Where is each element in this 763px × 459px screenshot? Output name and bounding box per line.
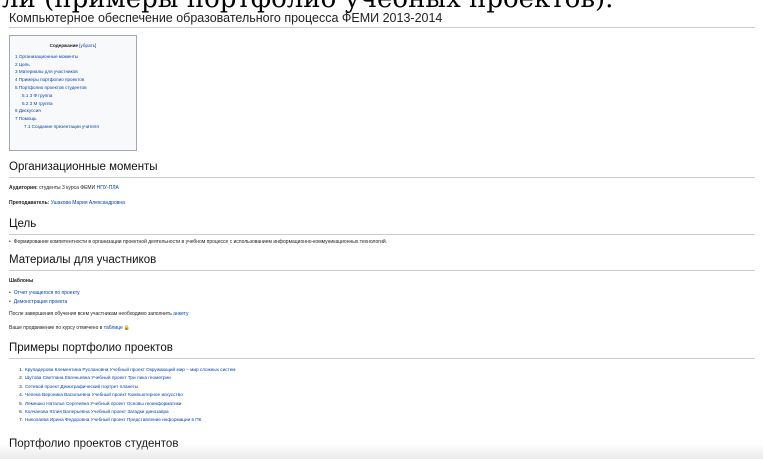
list-number: 5. bbox=[19, 400, 23, 406]
material-link-item: Демонстрация проекта bbox=[9, 298, 67, 306]
list-item[interactable]: 4. Чепека Вероника Васильевна Учебный про… bbox=[14, 391, 236, 399]
section-heading-examples: Примеры портфолио проектов bbox=[9, 342, 173, 354]
teacher-link[interactable]: Ушакова Мария Александровна bbox=[51, 200, 125, 206]
audience-label: Аудитория: bbox=[9, 185, 38, 191]
teacher-label: Преподаватель: bbox=[9, 200, 50, 206]
section-heading-materials: Материалы для участников bbox=[9, 254, 157, 266]
example-link[interactable]: Колчанова Юлия Валерьевна Учебный проект… bbox=[25, 409, 169, 414]
example-link[interactable]: Лемешко Наталья Сергеевна Учебный проект… bbox=[25, 401, 181, 406]
section-divider bbox=[9, 177, 755, 178]
toc-item[interactable]: 6 Дискуссия bbox=[15, 107, 136, 115]
toc-item[interactable]: 3 Материалы для участников bbox=[15, 68, 136, 76]
toc-heading: Содержание [убрать] bbox=[10, 42, 136, 50]
table-of-contents: Содержание [убрать] 1 Организационные мо… bbox=[9, 35, 137, 151]
example-link[interactable]: Крупадерова Клементина Руслановна Учебны… bbox=[25, 367, 236, 372]
page-title: Компьютерное обеспечение образовательног… bbox=[9, 11, 443, 25]
examples-list: 1. Крупадерова Клементина Руслановна Учеб… bbox=[14, 366, 236, 425]
survey-line: После завершения обучения всем участника… bbox=[9, 310, 188, 318]
example-link[interactable]: Сетевой проект Демографический портрет п… bbox=[25, 384, 138, 389]
toc-item[interactable]: 7.1 Создание презентации учителя bbox=[24, 123, 136, 131]
audience-link[interactable]: НПУ-ПЛА bbox=[97, 185, 119, 191]
title-divider bbox=[9, 27, 755, 28]
example-link[interactable]: Шутова Светлана Евгеньевна Учебный проек… bbox=[25, 375, 171, 380]
progress-link[interactable]: таблице bbox=[104, 325, 123, 331]
material-link[interactable]: Отчет учащегося по проекту bbox=[14, 290, 80, 296]
list-item[interactable]: 6. Колчанова Юлия Валерьевна Учебный прое… bbox=[14, 408, 236, 416]
list-item[interactable]: 5. Лемешко Наталья Сергеевна Учебный прое… bbox=[14, 400, 236, 408]
toc-heading-label: Содержание bbox=[49, 43, 78, 48]
material-link[interactable]: Демонстрация проекта bbox=[14, 299, 68, 305]
audience-text: студенты 3 курса ФЕМИ bbox=[39, 185, 96, 191]
list-item[interactable]: 2. Шутова Светлана Евгеньевна Учебный про… bbox=[14, 374, 236, 382]
section-divider bbox=[9, 234, 755, 235]
teacher-line: Преподаватель: Ушакова Мария Александров… bbox=[9, 199, 125, 207]
survey-link[interactable]: анкету bbox=[173, 311, 188, 317]
templates-label: Шаблоны bbox=[9, 277, 33, 285]
progress-text: Ваше продвижение по курсу отмечено в bbox=[9, 325, 103, 331]
list-number: 7. bbox=[19, 417, 23, 423]
templates-label-text: Шаблоны bbox=[9, 278, 34, 284]
list-item[interactable]: 1. Крупадерова Клементина Руслановна Учеб… bbox=[14, 366, 236, 374]
list-item[interactable]: 3. Сетевой проект Демографический портрет… bbox=[14, 383, 236, 391]
list-number: 2. bbox=[19, 375, 23, 381]
list-item[interactable]: 7. Николаева Ирина Федоровна Учебный прое… bbox=[14, 416, 236, 424]
lock-icon: 🔒 bbox=[123, 325, 130, 331]
section-heading-goal: Цель bbox=[9, 218, 37, 230]
toc-list: 1 Организационные моменты 2 Цель 3 Матер… bbox=[15, 53, 136, 131]
section-divider bbox=[9, 358, 755, 359]
toc-item[interactable]: 4 Примеры портфолио проектов bbox=[15, 76, 136, 84]
goal-text: Формирование компетентности в организаци… bbox=[9, 238, 387, 246]
toc-hide-toggle[interactable]: [убрать] bbox=[79, 43, 96, 48]
toc-item[interactable]: 5 Портфолио проектов студентов bbox=[15, 84, 136, 92]
section-divider bbox=[9, 270, 755, 271]
toc-item[interactable]: 1 Организационные моменты bbox=[15, 53, 136, 61]
section-heading-org: Организационные моменты bbox=[9, 161, 158, 173]
list-number: 4. bbox=[19, 392, 23, 398]
toc-item[interactable]: 5.1 3 Ф группа bbox=[22, 92, 136, 100]
toc-item[interactable]: 5.2 3 М группа bbox=[22, 100, 136, 108]
progress-line: Ваше продвижение по курсу отмечено в таб… bbox=[9, 324, 130, 332]
list-number: 6. bbox=[19, 409, 23, 415]
material-link-item: Отчет учащегося по проекту bbox=[9, 289, 80, 297]
audience-line: Аудитория: студенты 3 курса ФЕМИ НПУ-ПЛА bbox=[9, 184, 119, 192]
example-link[interactable]: Николаева Ирина Федоровна Учебный проект… bbox=[25, 417, 201, 422]
toc-item[interactable]: 2 Цель bbox=[15, 61, 136, 69]
list-number: 3. bbox=[19, 383, 23, 389]
bottom-shadow bbox=[0, 444, 763, 459]
list-number: 1. bbox=[19, 367, 23, 372]
toc-item[interactable]: 7 Помощь bbox=[15, 115, 136, 123]
survey-text: После завершения обучения всем участника… bbox=[9, 311, 172, 317]
example-link[interactable]: Чепека Вероника Васильевна Учебный проек… bbox=[25, 392, 183, 397]
